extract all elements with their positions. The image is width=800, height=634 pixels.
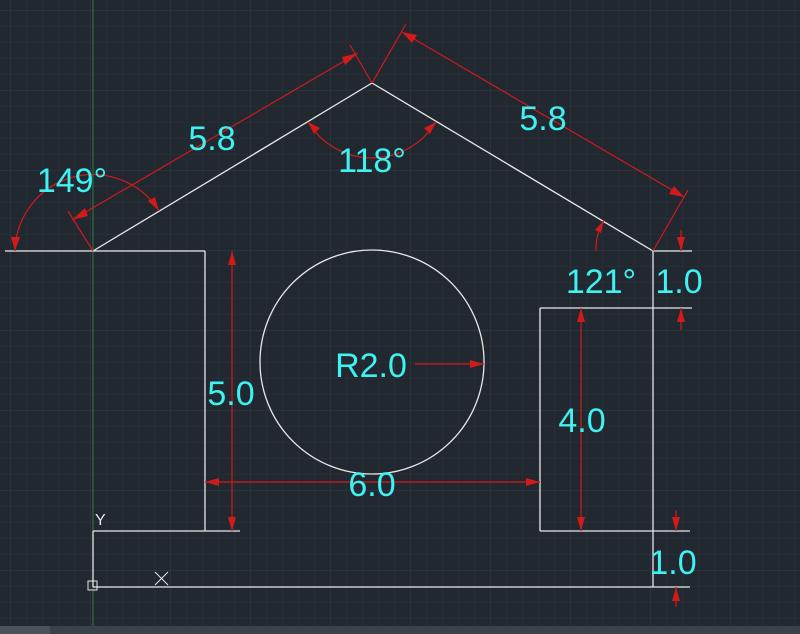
label-left-wall-height[interactable]: 5.0 xyxy=(207,375,254,413)
label-right-wall-height[interactable]: 4.0 xyxy=(558,402,605,440)
label-opening-width[interactable]: 6.0 xyxy=(348,466,395,504)
label-angle-right-eave[interactable]: 121° xyxy=(566,263,636,301)
label-angle-left-eave[interactable]: 149° xyxy=(37,162,107,200)
cad-drawing-canvas[interactable]: 5.8 5.8 149° 118° 121° 1.0 5.0 R2.0 4.0 … xyxy=(0,0,800,634)
label-base-step-height[interactable]: 1.0 xyxy=(649,544,696,582)
label-circle-radius[interactable]: R2.0 xyxy=(335,347,407,385)
status-bar xyxy=(0,626,800,634)
status-bar-left xyxy=(0,626,50,634)
label-angle-apex[interactable]: 118° xyxy=(338,142,406,180)
label-roof-right-length[interactable]: 5.8 xyxy=(519,100,566,138)
label-roof-left-length[interactable]: 5.8 xyxy=(188,120,235,158)
ucs-y-label: Y xyxy=(95,512,106,529)
label-right-step-height[interactable]: 1.0 xyxy=(655,263,702,301)
